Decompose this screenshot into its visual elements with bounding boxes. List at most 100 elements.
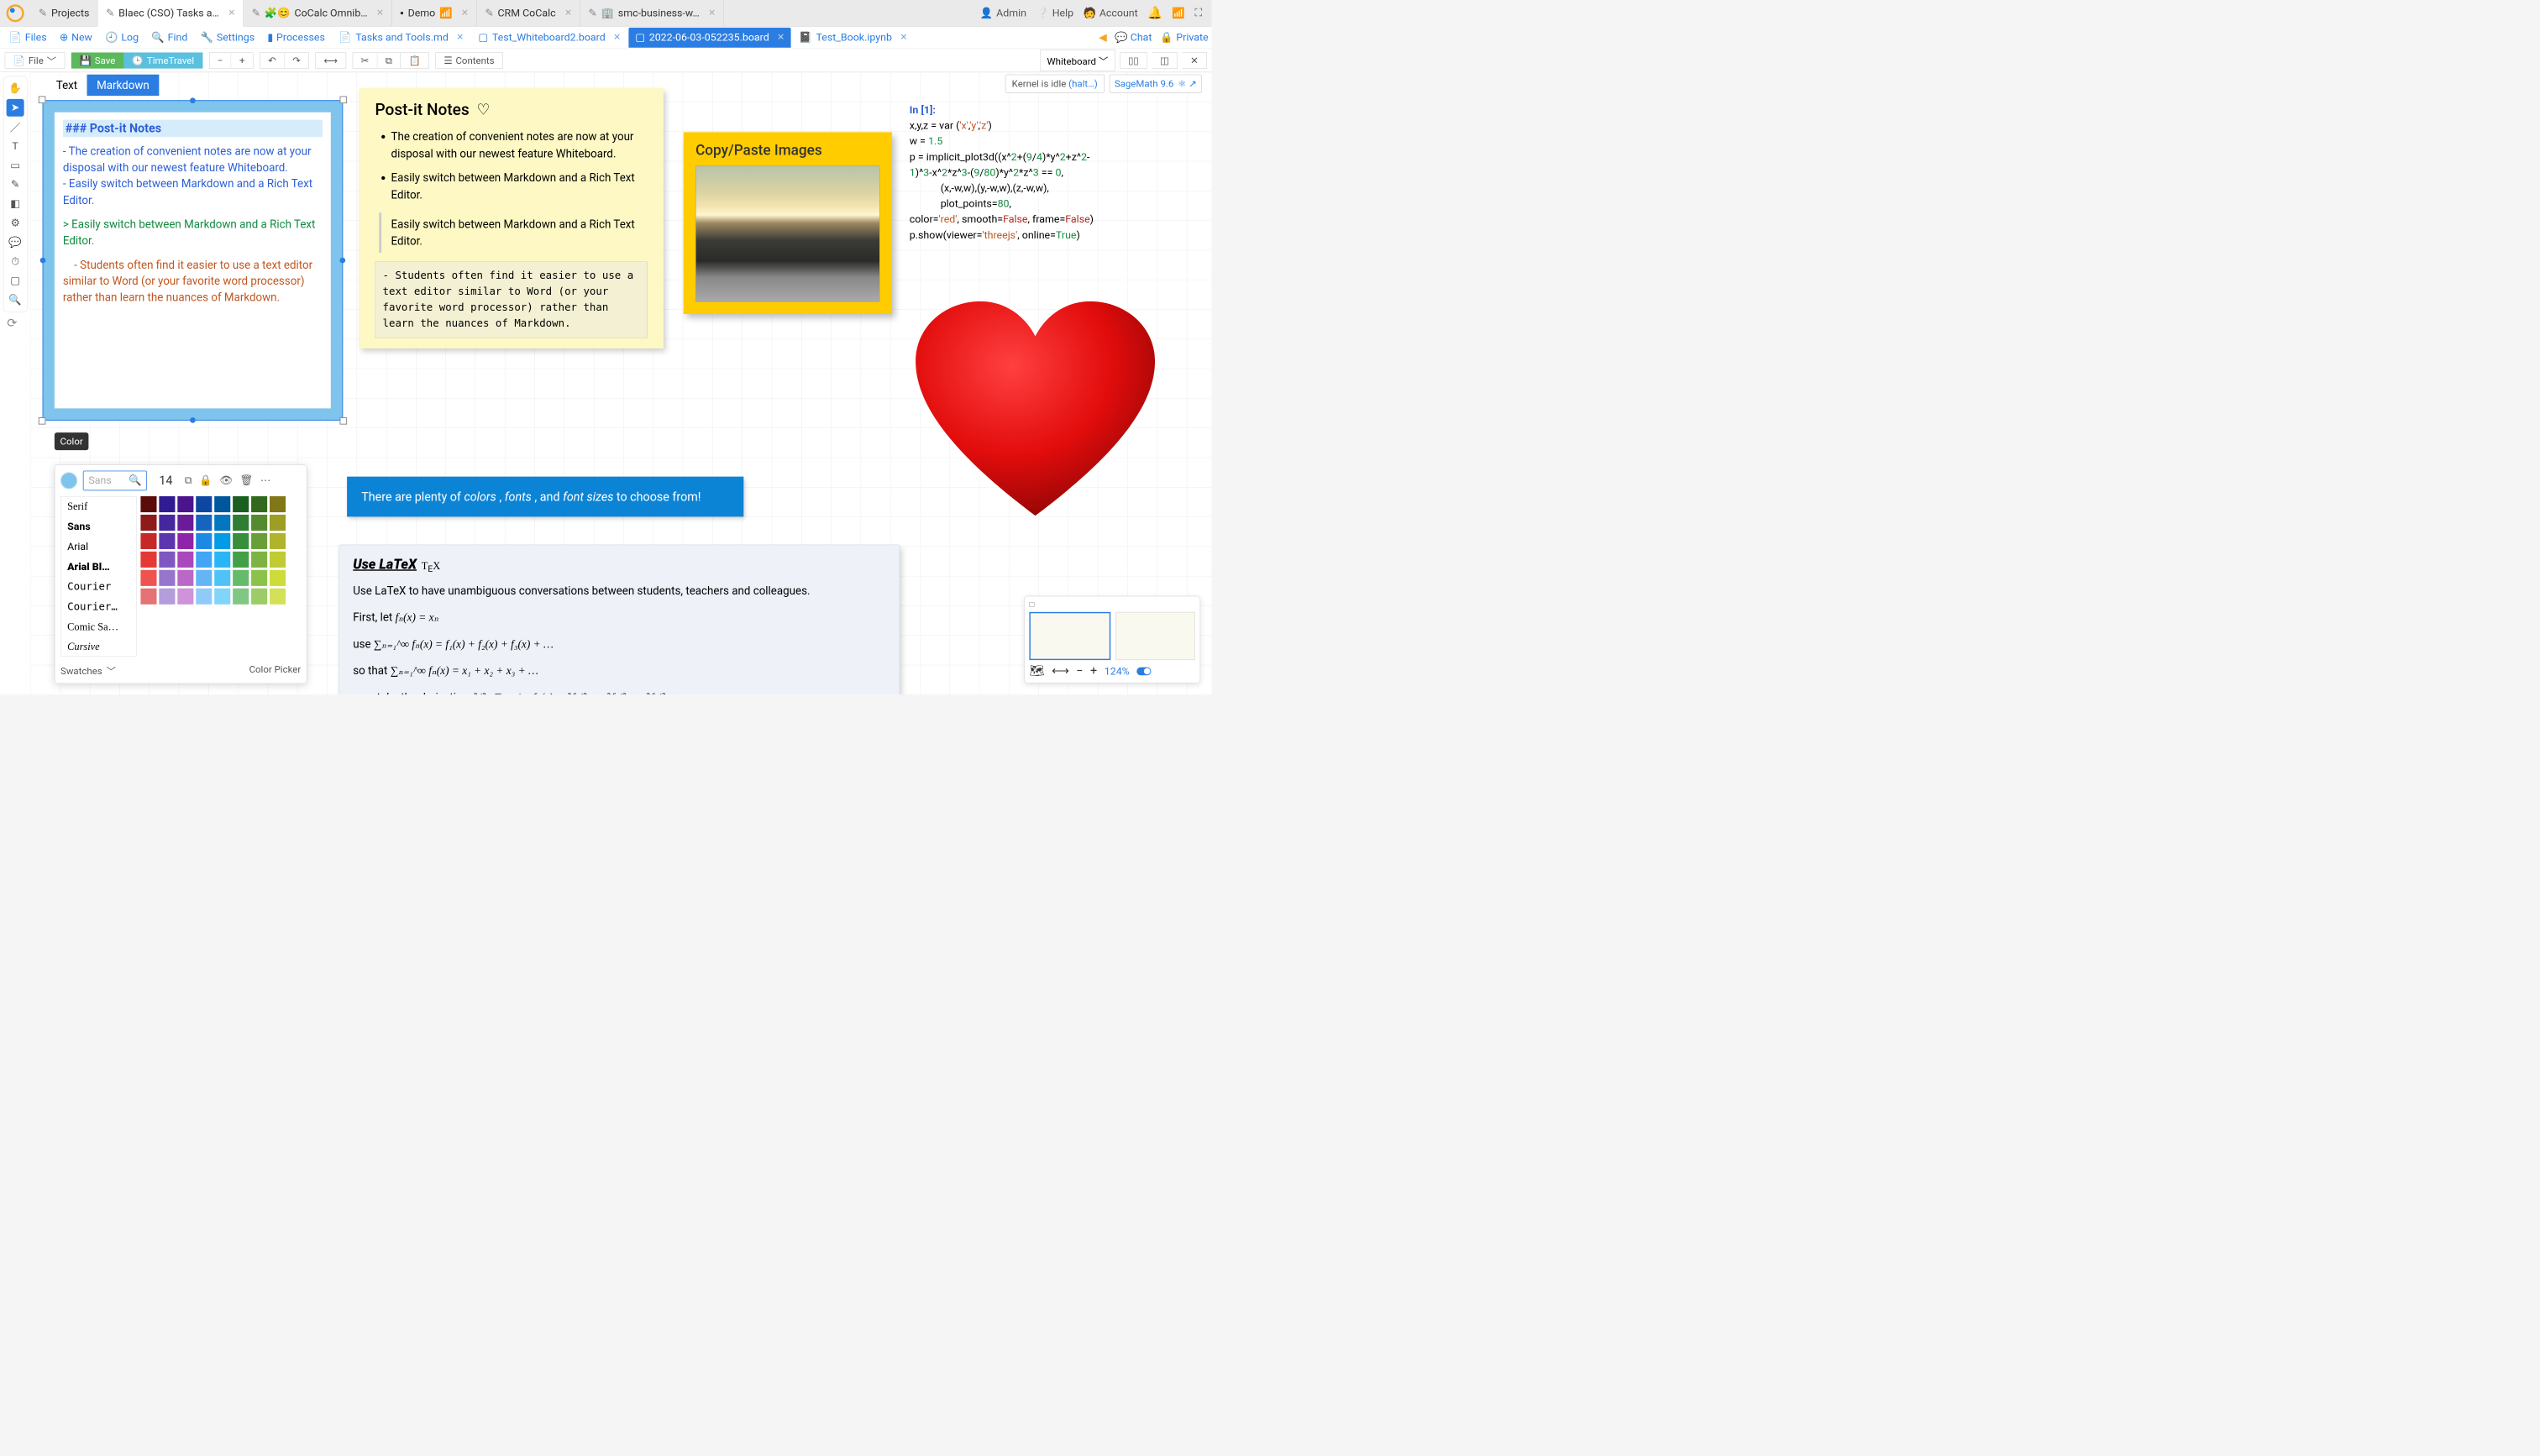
file-tab-1[interactable]: ▢ Test_Whiteboard2.board✕ — [472, 28, 627, 48]
color-swatch[interactable] — [159, 496, 175, 512]
text-mode-tab[interactable]: Text — [46, 75, 87, 96]
color-swatch[interactable] — [233, 570, 249, 586]
zoom-out-button[interactable]: − — [1076, 664, 1083, 678]
close-icon[interactable]: ✕ — [777, 33, 785, 43]
font-option[interactable]: Serif — [61, 496, 137, 516]
color-swatch[interactable] — [177, 570, 193, 586]
note-tool[interactable]: ▭ — [7, 157, 24, 175]
files-link[interactable]: 📄 Files — [3, 29, 52, 47]
font-option[interactable]: Courier — [61, 577, 137, 597]
text-tool[interactable]: T — [7, 138, 24, 155]
color-swatch[interactable] — [270, 496, 286, 512]
project-tab-1[interactable]: ✎ 🧩😊 CoCalc Omnib… ✕ — [244, 0, 392, 26]
swatches-dropdown[interactable]: Swatches ﹀ — [60, 663, 116, 678]
hand-tool[interactable]: ✋ — [7, 80, 24, 97]
processes-link[interactable]: ▮ Processes — [262, 29, 331, 47]
font-option[interactable]: Arial — [61, 537, 137, 557]
color-swatch[interactable] — [196, 515, 212, 531]
color-swatch[interactable] — [270, 533, 286, 549]
duplicate-icon[interactable]: ⧉ — [185, 474, 192, 487]
close-icon[interactable]: ✕ — [900, 33, 907, 43]
project-tab-4[interactable]: ✎ 🏢 smc-business-w… ✕ — [580, 0, 724, 26]
color-swatch[interactable] — [196, 552, 212, 568]
help-link[interactable]: ❔ Help — [1036, 7, 1073, 18]
color-swatch[interactable] — [214, 570, 230, 586]
eraser-tool[interactable]: ◧ — [7, 195, 24, 212]
color-swatch[interactable] — [214, 496, 230, 512]
color-swatch[interactable] — [251, 589, 267, 605]
color-swatch[interactable] — [214, 515, 230, 531]
close-icon[interactable]: ✕ — [376, 8, 384, 18]
color-swatch[interactable] — [177, 496, 193, 512]
color-swatch[interactable] — [177, 533, 193, 549]
color-swatch[interactable] — [159, 533, 175, 549]
color-picker-link[interactable]: Color Picker — [249, 663, 302, 678]
color-swatch[interactable] — [214, 552, 230, 568]
new-link[interactable]: ⊕ New — [54, 29, 97, 47]
account-link[interactable]: 🧑 Account — [1084, 7, 1138, 18]
color-swatch[interactable] — [270, 589, 286, 605]
layout-2-button[interactable]: ◫ — [1152, 52, 1177, 68]
font-option[interactable]: Sans — [61, 516, 137, 537]
font-size-value[interactable]: 14 — [153, 474, 179, 488]
notifications-icon[interactable]: 🔔 — [1147, 6, 1162, 20]
color-swatch[interactable] — [177, 589, 193, 605]
color-swatch[interactable] — [196, 496, 212, 512]
color-swatch[interactable] — [233, 496, 249, 512]
resize-handle[interactable] — [339, 417, 347, 425]
close-icon[interactable]: ✕ — [456, 33, 464, 43]
markdown-editor[interactable]: ### Post-it Notes - The creation of conv… — [55, 113, 331, 409]
paste-button[interactable]: 📋 — [401, 52, 429, 68]
font-option[interactable]: Comic Sa… — [61, 617, 137, 637]
color-swatch[interactable] — [196, 589, 212, 605]
font-option[interactable]: Arial Bl… — [61, 557, 137, 577]
undo-button[interactable]: ↶ — [260, 52, 285, 68]
select-tool[interactable]: ➤ — [7, 99, 24, 117]
delete-icon[interactable]: 🗑 — [240, 474, 254, 487]
search-tool[interactable]: 🔍 — [7, 291, 24, 309]
code-tool[interactable]: ⚙ — [7, 214, 24, 232]
private-button[interactable]: 🔒 Private — [1160, 31, 1209, 43]
color-swatch[interactable] — [270, 570, 286, 586]
color-swatch[interactable] — [140, 496, 156, 512]
kernel-select[interactable]: SageMath 9.6 ⚛ ↗ — [1110, 75, 1202, 93]
file-tab-2[interactable]: ▢ 2022-06-03-052235.board✕ — [629, 28, 791, 48]
kernel-status[interactable]: Kernel is idle (halt…) — [1005, 75, 1105, 93]
frame-tool[interactable]: ▢ — [7, 272, 24, 290]
resize-handle[interactable] — [190, 417, 196, 423]
color-swatch[interactable] — [177, 552, 193, 568]
rendered-note[interactable]: Post-it Notes ♡ The creation of convenie… — [359, 88, 664, 348]
lock-icon[interactable]: 🔒 — [199, 474, 212, 487]
cut-button[interactable]: ✂ — [353, 52, 378, 68]
color-swatch[interactable] — [251, 515, 267, 531]
zoom-in-button[interactable]: + — [231, 52, 253, 68]
color-swatch[interactable] — [159, 515, 175, 531]
resize-handle[interactable] — [40, 258, 46, 264]
font-family-select[interactable]: Sans 🔍 — [83, 470, 147, 490]
cocalc-logo[interactable] — [7, 4, 24, 22]
refresh-icon[interactable]: ⟳ — [0, 317, 24, 331]
chat-tool[interactable]: 💬 — [7, 233, 24, 251]
resize-handle[interactable] — [39, 417, 46, 425]
page-thumbnail[interactable] — [1115, 612, 1195, 660]
resize-handle[interactable] — [339, 96, 347, 103]
zoom-value[interactable]: 124% — [1105, 665, 1130, 677]
latex-note[interactable]: Use LaTeXTEX Use LaTeX to have unambiguo… — [339, 545, 900, 694]
styled-text-note[interactable]: There are plenty of colors , fonts , and… — [347, 477, 743, 517]
admin-link[interactable]: 👤 Admin — [980, 7, 1026, 18]
project-tab-3[interactable]: ✎ CRM CoCalc ✕ — [477, 0, 580, 26]
close-icon[interactable]: ✕ — [613, 33, 621, 43]
resize-handle[interactable] — [39, 96, 46, 103]
redo-button[interactable]: ↷ — [285, 52, 309, 68]
color-swatch[interactable] — [233, 552, 249, 568]
color-swatch[interactable] — [177, 515, 193, 531]
whiteboard-select[interactable]: Whiteboard ﹀ — [1040, 50, 1115, 71]
copy-button[interactable]: ⧉ — [377, 52, 401, 68]
save-button[interactable]: 💾 Save — [71, 52, 124, 68]
fullscreen-icon[interactable]: ⛶ — [1194, 7, 1202, 19]
close-icon[interactable]: ✕ — [228, 8, 235, 18]
file-tab-3[interactable]: 📓 Test_Book.ipynb✕ — [793, 28, 914, 48]
timetravel-button[interactable]: 🕒 TimeTravel — [123, 52, 202, 68]
map-icon[interactable]: 🗺 — [1029, 664, 1044, 678]
close-icon[interactable]: ✕ — [708, 8, 716, 18]
